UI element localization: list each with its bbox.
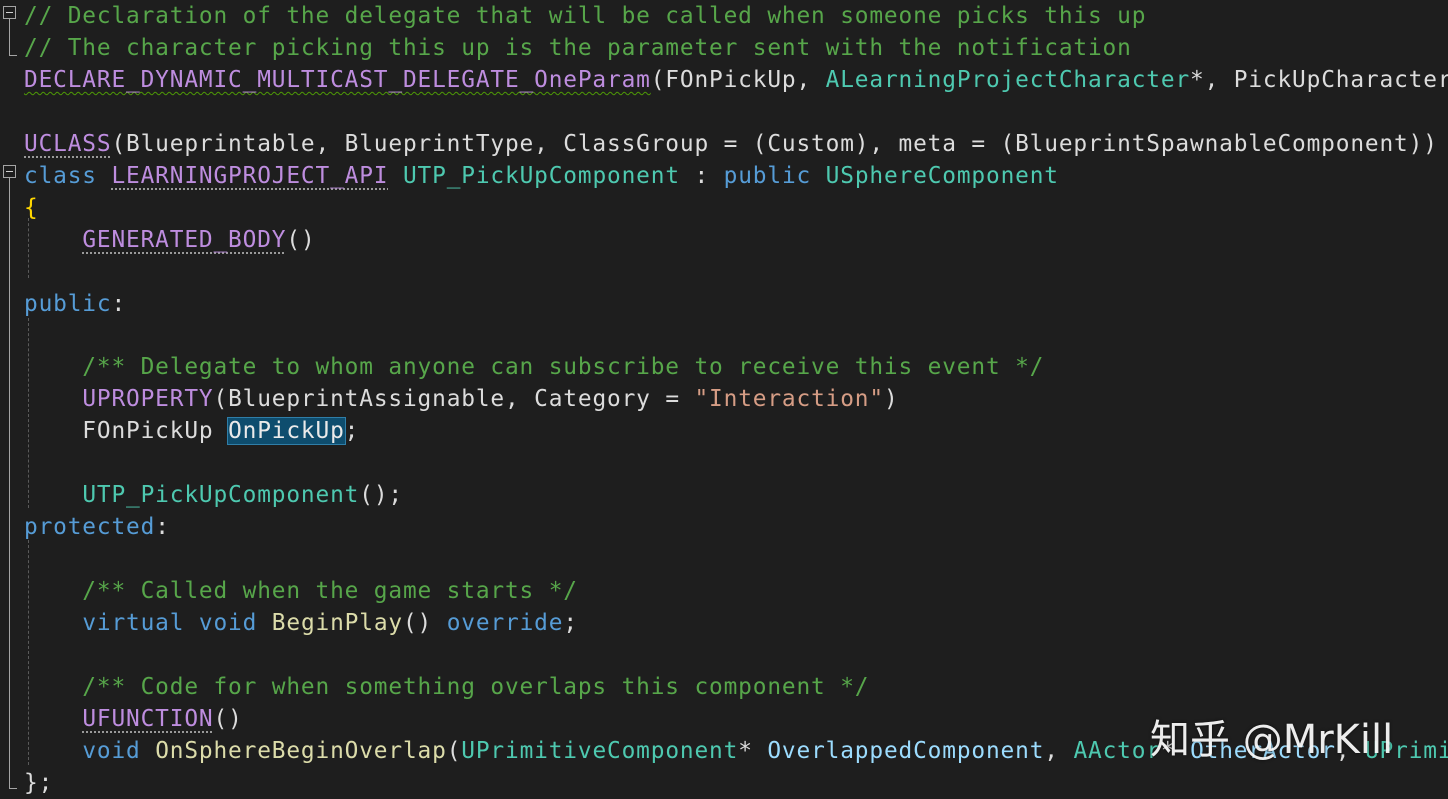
code-line[interactable]: {	[24, 192, 39, 224]
code-text: ;	[344, 418, 360, 445]
code-type: ALearningProjectCharacter	[825, 66, 1191, 93]
code-macro: GENERATED_BODY	[82, 226, 287, 253]
code-text: :	[155, 514, 170, 541]
code-type: UPrimitiveComponent	[461, 737, 739, 764]
code-line[interactable]: /** Called when the game starts */	[24, 575, 578, 607]
fold-region-line	[9, 19, 10, 55]
code-text: :	[111, 290, 127, 317]
fold-region-line	[9, 178, 10, 788]
code-keyword: virtual void	[82, 610, 272, 637]
code-identifier: OverlappedComponent	[767, 737, 1045, 764]
code-comment: /** Code for when something overlaps thi…	[24, 673, 870, 700]
code-function: BeginPlay	[271, 610, 403, 637]
code-keyword: protected	[24, 514, 156, 541]
code-text: };	[24, 769, 54, 796]
code-text: FOnPickUp	[24, 418, 229, 445]
code-text: (FOnPickUp,	[650, 66, 826, 93]
code-macro: UCLASS	[24, 130, 112, 157]
code-macro: UFUNCTION	[82, 705, 214, 732]
code-type: AActor	[1073, 737, 1161, 764]
code-type: UTP_PickUpComponent	[82, 482, 360, 509]
code-text: )	[883, 386, 899, 413]
code-macro: UPROPERTY	[82, 386, 214, 413]
fold-region-end	[9, 788, 17, 789]
code-comment: /** Called when the game starts */	[24, 578, 578, 605]
code-macro: DECLARE_DYNAMIC_MULTICAST_DELEGATE_OnePa…	[24, 66, 651, 93]
code-line[interactable]: protected:	[24, 511, 170, 543]
code-text: *, PickUpCharacter);	[1190, 66, 1448, 93]
code-function: OnSphereBeginOverlap	[155, 737, 447, 764]
code-text: ()	[402, 610, 447, 637]
code-macro: LEARNINGPROJECT_API	[111, 162, 389, 189]
code-type: USphereComponent	[825, 162, 1059, 189]
code-text: ;	[563, 610, 578, 637]
code-line[interactable]: /** Code for when something overlaps thi…	[24, 671, 869, 703]
code-line[interactable]: DECLARE_DYNAMIC_MULTICAST_DELEGATE_OnePa…	[24, 64, 1448, 96]
code-line[interactable]: /** Delegate to whom anyone can subscrib…	[24, 351, 1044, 383]
code-string: "Interaction"	[694, 386, 884, 413]
code-keyword: public	[723, 162, 826, 189]
watermark: 知乎 @MrKill	[1150, 717, 1394, 763]
code-text: *	[738, 737, 768, 764]
code-line[interactable]: GENERATED_BODY()	[24, 224, 316, 256]
code-text: (BlueprintAssignable, Category =	[213, 386, 695, 413]
code-type: UTP_PickUpComponent	[402, 162, 680, 189]
code-text: ();	[359, 482, 403, 509]
code-keyword: class	[24, 162, 112, 189]
code-comment: /** Delegate to whom anyone can subscrib…	[24, 354, 1045, 381]
code-line[interactable]: // The character picking this up is the …	[24, 32, 1132, 64]
code-line[interactable]: UTP_PickUpComponent();	[24, 479, 403, 511]
code-comment: // The character picking this up is the …	[24, 34, 1132, 61]
code-editor[interactable]: // Declaration of the delegate that will…	[0, 0, 1448, 799]
code-line[interactable]: public:	[24, 288, 126, 320]
fold-region-end	[9, 55, 17, 56]
code-line[interactable]: UPROPERTY(BlueprintAssignable, Category …	[24, 383, 899, 415]
code-brace: {	[24, 194, 39, 221]
code-line[interactable]: };	[24, 767, 53, 799]
code-comment: // Declaration of the delegate that will…	[24, 3, 1147, 29]
code-text: ()	[213, 705, 243, 732]
collapse-box-icon[interactable]	[3, 6, 16, 19]
code-line[interactable]: // Declaration of the delegate that will…	[24, 0, 1146, 32]
code-text: ()	[286, 226, 316, 253]
code-keyword: public	[24, 290, 112, 317]
code-line[interactable]: FOnPickUp OnPickUp;	[24, 415, 359, 447]
code-text: :	[679, 162, 724, 189]
code-text: (	[446, 737, 462, 764]
code-identifier[interactable]: OnPickUp	[227, 417, 346, 446]
code-line[interactable]: virtual void BeginPlay() override;	[24, 607, 578, 639]
code-text: (Blueprintable, BlueprintType, ClassGrou…	[111, 130, 1438, 157]
code-keyword: void	[82, 737, 156, 764]
code-text: ,	[1044, 737, 1074, 764]
code-line[interactable]: class LEARNINGPROJECT_API UTP_PickUpComp…	[24, 160, 1059, 192]
collapse-box-icon[interactable]	[3, 165, 16, 178]
code-line[interactable]: UFUNCTION()	[24, 703, 243, 735]
code-keyword: override	[446, 610, 564, 637]
code-line[interactable]: UCLASS(Blueprintable, BlueprintType, Cla…	[24, 128, 1438, 160]
